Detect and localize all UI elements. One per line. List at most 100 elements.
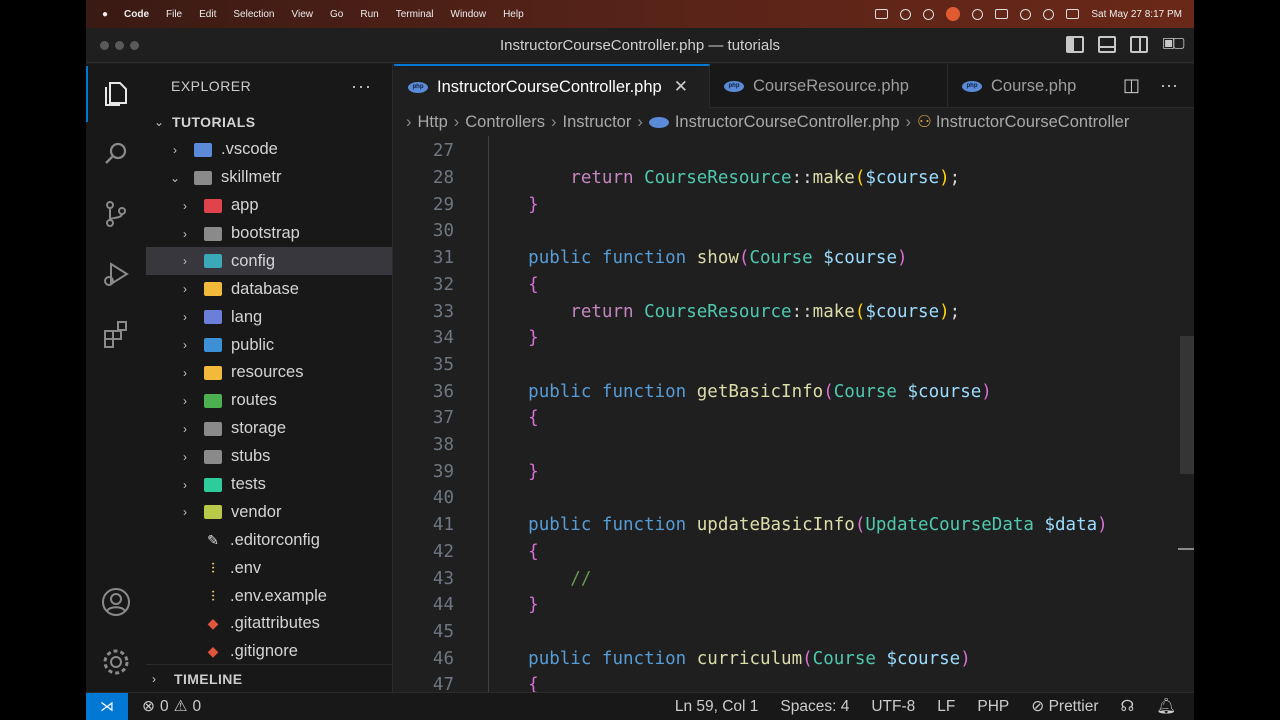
customize-layout-icon[interactable] [1162, 34, 1182, 53]
tree-item-database[interactable]: › database [146, 275, 392, 303]
chevron-right-icon: › [183, 226, 187, 241]
status-icon[interactable] [923, 8, 935, 20]
more-actions-icon[interactable]: ··· [1160, 75, 1178, 96]
prettier-status[interactable]: ⊘ Prettier [1031, 697, 1098, 716]
tree-item-dot-gitignore[interactable]: ◆ .gitignore [146, 638, 392, 666]
tree-item-resources[interactable]: › resources [146, 359, 392, 387]
battery-icon[interactable] [995, 9, 1009, 19]
run-debug-icon[interactable] [86, 246, 146, 302]
chevron-right-icon: › [183, 310, 187, 325]
breadcrumb-controllers[interactable]: Controllers [465, 113, 545, 132]
extensions-icon[interactable] [86, 306, 146, 362]
tab-course-resource[interactable]: php CourseResource.php [710, 64, 948, 108]
file-icon: ⫶ [211, 587, 215, 604]
control-center-icon[interactable] [1066, 9, 1080, 19]
problems-indicator[interactable]: ⊗ 0 ⚠ 0 [142, 697, 201, 716]
menu-window[interactable]: Window [451, 9, 487, 20]
chevron-right-icon: › [183, 254, 187, 269]
more-actions-icon[interactable]: ··· [351, 76, 372, 97]
tree-item-storage[interactable]: › storage [146, 415, 392, 443]
folder-icon [204, 254, 222, 269]
code-line: 43 // [394, 565, 1194, 592]
workspace-root[interactable]: ⌄ TUTORIALS [146, 108, 392, 136]
breadcrumb-http[interactable]: Http [418, 113, 448, 132]
manage-gear-icon[interactable] [86, 634, 146, 690]
menu-app[interactable]: Code [124, 9, 149, 20]
notifications-bell-icon[interactable]: 🔔︎ [1156, 697, 1176, 716]
accounts-icon[interactable] [86, 574, 146, 630]
line-content: public function getBasicInfo(Course $cou… [528, 381, 992, 402]
macos-menubar: ● Code File Edit Selection View Go Run T… [86, 0, 1194, 28]
explorer-icon[interactable] [86, 66, 146, 122]
overview-ruler-mark [1178, 548, 1194, 550]
toggle-panel-icon[interactable] [1098, 36, 1116, 53]
tree-item-routes[interactable]: › routes [146, 387, 392, 415]
breadcrumb-file[interactable]: InstructorCourseController.php [675, 113, 900, 132]
menu-selection[interactable]: Selection [233, 9, 274, 20]
tree-item-tests[interactable]: › tests [146, 471, 392, 499]
sync-icon[interactable] [900, 8, 912, 20]
tree-item-skillmetr[interactable]: ⌄ skillmetr [146, 164, 392, 192]
menu-edit[interactable]: Edit [199, 9, 216, 20]
split-editor-icon[interactable]: ◫ [1123, 75, 1140, 96]
tree-item-dot-env[interactable]: ⫶ .env [146, 554, 392, 582]
tree-item-app[interactable]: › app [146, 192, 392, 220]
code-line: 45 [394, 619, 1194, 646]
tab-instructor-course-controller[interactable]: php InstructorCourseController.php ✕ [394, 64, 710, 108]
breadcrumb-class[interactable]: InstructorCourseController [936, 113, 1130, 132]
file-icon: ◆ [207, 643, 219, 660]
tree-item-lang[interactable]: › lang [146, 303, 392, 331]
menu-file[interactable]: File [166, 9, 182, 20]
tree-item-label: config [231, 251, 276, 270]
folder-icon [204, 393, 222, 408]
tree-item-bootstrap[interactable]: › bootstrap [146, 220, 392, 248]
tree-item-label: .env.example [230, 586, 327, 605]
tab-course[interactable]: php Course.php [948, 64, 1094, 108]
timeline-label: TIMELINE [174, 670, 243, 687]
menubar-clock[interactable]: Sat May 27 8:17 PM [1091, 9, 1182, 20]
vscode-window: InstructorCourseController.php — tutoria… [86, 28, 1194, 720]
menu-help[interactable]: Help [503, 9, 524, 20]
apple-icon[interactable]: ● [98, 9, 112, 20]
menu-run[interactable]: Run [360, 9, 378, 20]
code-line: 41 public function updateBasicInfo(Updat… [394, 512, 1194, 539]
editor-scrollbar[interactable] [1180, 336, 1194, 474]
encoding[interactable]: UTF-8 [871, 698, 915, 716]
chevron-right-icon: › [183, 505, 187, 520]
tree-item-label: database [231, 279, 299, 298]
error-count: 0 [160, 697, 169, 715]
code-line: 27 [394, 138, 1194, 165]
screen-record-icon[interactable] [875, 9, 889, 19]
spotlight-icon[interactable] [1043, 8, 1055, 20]
copilot-icon[interactable]: ☊ [1121, 697, 1135, 716]
tree-item-dot-editorconfig[interactable]: ✎ .editorconfig [146, 526, 392, 554]
code-editor[interactable]: 27 28 return CourseResource::make($course… [394, 136, 1194, 692]
tree-item-dot-vscode[interactable]: › .vscode [146, 136, 392, 164]
cursor-position[interactable]: Ln 59, Col 1 [675, 698, 759, 716]
indentation[interactable]: Spaces: 4 [780, 698, 849, 716]
toggle-secondary-sidebar-icon[interactable] [1130, 36, 1148, 53]
wifi-icon[interactable] [1020, 8, 1032, 20]
tree-item-public[interactable]: › public [146, 331, 392, 359]
tree-item-stubs[interactable]: › stubs [146, 443, 392, 471]
close-tab-icon[interactable]: ✕ [674, 77, 688, 97]
breadcrumb-instructor[interactable]: Instructor [563, 113, 632, 132]
remote-indicator-icon[interactable]: ⋊ [86, 692, 128, 720]
timeline-section[interactable]: › TIMELINE [146, 664, 392, 692]
end-of-line[interactable]: LF [937, 698, 955, 716]
cloud-icon[interactable] [972, 8, 984, 20]
toggle-sidebar-icon[interactable] [1066, 36, 1084, 53]
search-icon[interactable] [86, 126, 146, 182]
menu-terminal[interactable]: Terminal [396, 9, 434, 20]
line-number: 38 [432, 435, 454, 456]
tree-item-dot-env.example[interactable]: ⫶ .env.example [146, 582, 392, 610]
line-number: 43 [432, 568, 454, 589]
menu-go[interactable]: Go [330, 9, 343, 20]
language-mode[interactable]: PHP [977, 698, 1009, 716]
tree-item-vendor[interactable]: › vendor [146, 498, 392, 526]
source-control-icon[interactable] [86, 186, 146, 242]
app-status-icon[interactable] [946, 7, 961, 21]
menu-view[interactable]: View [292, 9, 314, 20]
tree-item-dot-gitattributes[interactable]: ◆ .gitattributes [146, 610, 392, 638]
tree-item-config[interactable]: › config [146, 247, 392, 276]
